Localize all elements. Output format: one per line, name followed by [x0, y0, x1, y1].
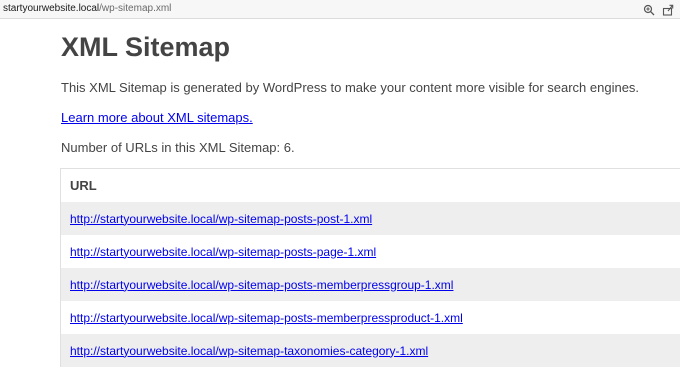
sitemap-description: This XML Sitemap is generated by WordPre…	[61, 80, 639, 95]
zoom-in-icon[interactable]	[643, 3, 655, 15]
table-row: http://startyourwebsite.local/wp-sitemap…	[61, 235, 680, 268]
table-cell: http://startyourwebsite.local/wp-sitemap…	[61, 235, 680, 268]
table-header-row: URL	[61, 169, 680, 203]
learn-more-link[interactable]: Learn more about XML sitemaps.	[61, 110, 253, 125]
table-cell: http://startyourwebsite.local/wp-sitemap…	[61, 268, 680, 301]
table-cell: http://startyourwebsite.local/wp-sitemap…	[61, 334, 680, 367]
table-row: http://startyourwebsite.local/wp-sitemap…	[61, 334, 680, 367]
url-count-text: Number of URLs in this XML Sitemap: 6.	[61, 140, 295, 155]
sitemap-url-link[interactable]: http://startyourwebsite.local/wp-sitemap…	[70, 212, 372, 226]
table-cell: http://startyourwebsite.local/wp-sitemap…	[61, 202, 680, 235]
url-host: startyourwebsite.local	[3, 3, 99, 14]
table-cell: http://startyourwebsite.local/wp-sitemap…	[61, 301, 680, 334]
sitemap-url-link[interactable]: http://startyourwebsite.local/wp-sitemap…	[70, 278, 453, 292]
sitemap-url-link[interactable]: http://startyourwebsite.local/wp-sitemap…	[70, 344, 428, 358]
sitemap-table: URL http://startyourwebsite.local/wp-sit…	[60, 168, 680, 367]
table-row: http://startyourwebsite.local/wp-sitemap…	[61, 301, 680, 334]
share-icon[interactable]	[662, 3, 674, 15]
page-title: XML Sitemap	[61, 32, 230, 63]
table-row: http://startyourwebsite.local/wp-sitemap…	[61, 268, 680, 301]
browser-address-bar[interactable]: startyourwebsite.local/wp-sitemap.xml	[0, 0, 680, 19]
table-row: http://startyourwebsite.local/wp-sitemap…	[61, 202, 680, 235]
sitemap-url-link[interactable]: http://startyourwebsite.local/wp-sitemap…	[70, 311, 463, 325]
address-url[interactable]: startyourwebsite.local/wp-sitemap.xml	[3, 3, 171, 14]
url-path: /wp-sitemap.xml	[99, 3, 171, 14]
column-header-url: URL	[61, 169, 680, 203]
sitemap-url-link[interactable]: http://startyourwebsite.local/wp-sitemap…	[70, 245, 376, 259]
